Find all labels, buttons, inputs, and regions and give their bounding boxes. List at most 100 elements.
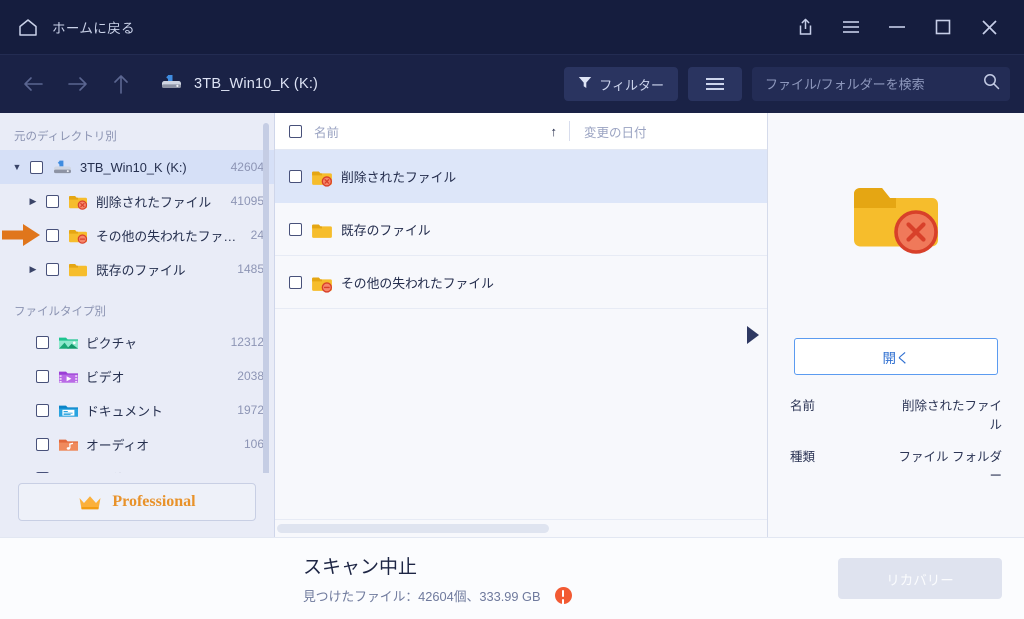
filetype-checkbox[interactable] [36,438,49,451]
orange-pointer-arrow-icon [2,222,44,248]
search-icon[interactable] [983,73,1000,95]
twisty-icon[interactable]: ▼ [10,162,24,172]
navbar-actions: フィルター [564,67,1010,101]
sidebar-tree-item-other-lost-files[interactable]: ▶ その他の失われたファイル 24 [0,218,274,252]
search-box[interactable] [752,67,1010,101]
tree-checkbox[interactable] [46,195,59,208]
sidebar-filetype-count: 12312 [231,335,264,349]
row-checkbox[interactable] [289,223,302,236]
preview-icon-area [788,113,1004,338]
breadcrumb[interactable]: 3TB_Win10_K (K:) [160,73,318,96]
sidebar-tree-label: 削除されたファイル [96,192,223,211]
folder-deleted-icon [68,193,87,209]
tree-checkbox[interactable] [30,161,43,174]
filter-button[interactable]: フィルター [564,67,678,101]
table-row[interactable]: その他の失われたファイル [275,256,767,309]
row-checkbox[interactable] [289,170,302,183]
minimize-icon[interactable] [876,8,918,46]
funnel-icon [578,76,592,92]
share-icon[interactable] [784,8,826,46]
warning-icon[interactable] [555,587,572,604]
preview-detail-value: 削除されたファイル [890,395,1002,433]
close-icon[interactable] [968,8,1010,46]
sidebar-tree-label: 既存のファイル [96,260,229,279]
sidebar-tree-item-existing-files[interactable]: ▶ 既存のファイル 1485 [0,252,274,286]
file-list-rows: 削除されたファイル 既存のファイル [275,150,767,519]
preview-detail-value: ファイル フォルダー [888,446,1002,484]
arrow-right-icon[interactable] [60,67,94,101]
professional-button[interactable]: Professional [18,483,256,521]
hard-drive-icon [52,159,71,175]
preview-detail-type: 種類 ファイル フォルダー [788,446,1004,484]
sidebar-filetype-count: 106 [244,437,264,451]
sidebar-filetype-item-videos[interactable]: ビデオ 2038 [0,359,274,393]
sidebar-tree-label: その他の失われたファイル [96,226,243,245]
recover-button[interactable]: リカバリー [838,558,1002,599]
sidebar-tree-count: 24 [251,228,264,242]
preview-detail-key: 種類 [790,446,888,484]
select-all-checkbox[interactable] [289,125,302,138]
sidebar-filetype-label: ピクチャ [86,333,223,352]
breadcrumb-label: 3TB_Win10_K (K:) [194,76,318,92]
twisty-icon[interactable]: ▶ [26,196,40,207]
sidebar-filetype-item-other[interactable]: その他 26176 [0,461,274,473]
arrow-up-icon[interactable] [104,67,138,101]
filetype-checkbox[interactable] [36,472,49,474]
picture-folder-icon [58,334,77,350]
column-header-date[interactable]: 変更の日付 [570,122,647,141]
filetype-checkbox[interactable] [36,404,49,417]
scan-status-title: スキャン中止 [303,552,838,579]
sidebar-tree-item-deleted-files[interactable]: ▶ 削除されたファイル [0,184,274,218]
crown-icon [78,494,102,511]
maximize-icon[interactable] [922,8,964,46]
sidebar-scrollbar[interactable] [263,123,269,473]
open-button[interactable]: 開く [794,338,998,375]
home-icon [18,18,38,37]
row-checkbox[interactable] [289,276,302,289]
sidebar-filetype-label: ビデオ [86,367,229,386]
file-list-hscroll-area [275,519,767,537]
sort-ascending-icon[interactable]: ↑ [551,124,558,139]
sidebar-tree-label: 3TB_Win10_K (K:) [80,160,223,175]
filetype-checkbox[interactable] [36,370,49,383]
menu-icon[interactable] [830,8,872,46]
twisty-icon[interactable]: ▶ [26,264,40,275]
preview-detail-name: 名前 削除されたファイル [788,395,1004,433]
collapse-panel-arrow-icon[interactable] [747,326,759,344]
tree-checkbox[interactable] [46,229,59,242]
file-list-horizontal-scrollbar[interactable] [277,524,549,533]
filetype-checkbox[interactable] [36,336,49,349]
sidebar-section-directory-label: 元のディレクトリ別 [0,121,274,150]
professional-upgrade-area: Professional [0,473,274,537]
hard-drive-icon [160,73,183,96]
sidebar: 元のディレクトリ別 ▼ 3TB_Win10_K (K: [0,113,275,537]
filter-label: フィルター [599,75,664,94]
search-input[interactable] [765,77,983,92]
column-header-name[interactable]: 名前 ↑ [275,122,569,141]
table-row[interactable]: 既存のファイル [275,203,767,256]
sidebar-filetype-label: ドキュメント [86,401,229,420]
file-list-header: 名前 ↑ 変更の日付 [275,113,767,150]
list-view-icon[interactable] [688,67,742,101]
back-to-home-button[interactable]: ホームに戻る [18,17,135,37]
file-list-panel: 名前 ↑ 変更の日付 [275,113,768,537]
window-controls [784,8,1010,46]
scan-summary-row: 見つけたファイル：42604個、333.99 GB [303,586,838,605]
open-button-label: 開く [883,347,910,367]
sidebar-filetype-item-audio[interactable]: オーディオ 106 [0,427,274,461]
preview-detail-key: 名前 [790,395,890,433]
sidebar-tree-item-drive[interactable]: ▼ 3TB_Win10_K (K:) 42604 [0,150,274,184]
tree-checkbox[interactable] [46,263,59,276]
table-row[interactable]: 削除されたファイル [275,150,767,203]
arrow-left-icon[interactable] [16,67,50,101]
folder-icon [68,261,87,277]
sidebar-filetype-item-documents[interactable]: ドキュメント 1972 [0,393,274,427]
recover-button-label: リカバリー [886,569,954,589]
folder-lost-icon [68,227,87,243]
sidebar-filetype-item-pictures[interactable]: ピクチャ 12312 [0,325,274,359]
sidebar-tree-count: 42604 [231,160,264,174]
file-name-label: その他の失われたファイル [341,273,494,292]
back-to-home-label: ホームに戻る [52,17,135,37]
title-bar: ホームに戻る [0,0,1024,55]
document-folder-icon [58,402,77,418]
